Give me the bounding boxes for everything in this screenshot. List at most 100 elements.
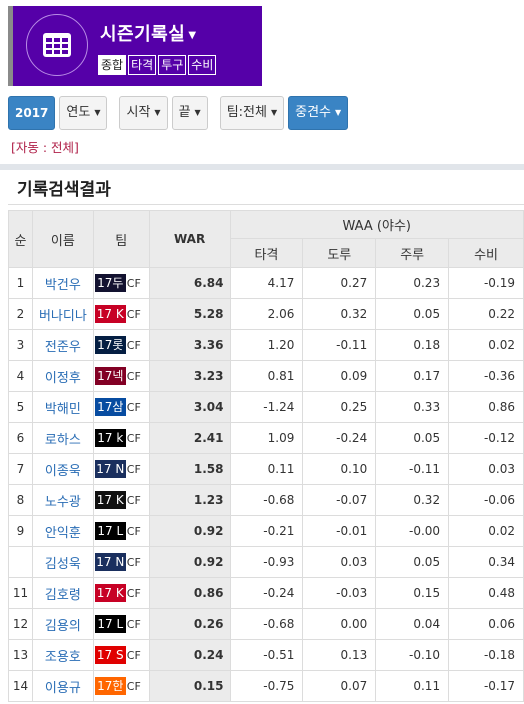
war-cell: 6.84 bbox=[148, 267, 231, 299]
war-cell: 2.41 bbox=[148, 422, 231, 454]
header-fielding[interactable]: 수비 bbox=[448, 238, 524, 268]
fielding-cell: 0.02 bbox=[448, 515, 524, 547]
page-title-menu[interactable]: 시즌기록실 ▼ bbox=[100, 20, 197, 46]
player-name-link[interactable]: 김호령 bbox=[31, 577, 94, 609]
team-cell: 17 K CF bbox=[92, 577, 150, 609]
batting-cell: -0.68 bbox=[229, 484, 304, 516]
table-row: 12 김용의 17 L CF 0.26 -0.68 0.00 0.04 0.06 bbox=[8, 608, 524, 640]
position-label: CF bbox=[126, 431, 141, 445]
position-label: CF bbox=[126, 276, 141, 290]
baserunning-cell: 0.32 bbox=[375, 484, 450, 516]
team-badge: 17넥 bbox=[94, 367, 126, 385]
page-header: 시즌기록실 ▼ 종합 타격 투구 수비 bbox=[8, 6, 262, 86]
team-badge: 17한 bbox=[94, 677, 126, 695]
rank-cell: 3 bbox=[8, 329, 33, 361]
rank-cell: 14 bbox=[8, 670, 33, 702]
fielding-cell: 0.02 bbox=[448, 329, 524, 361]
position-label: CF bbox=[126, 586, 141, 600]
team-badge: 17삼 bbox=[94, 398, 126, 416]
batting-cell: 1.09 bbox=[229, 422, 304, 454]
stats-table: 순 이름 팀 WAR WAA (야수) 타격 도루 주루 수비 1 박건우 17두 C… bbox=[8, 210, 524, 702]
player-name-link[interactable]: 이종욱 bbox=[31, 453, 94, 485]
player-name-link[interactable]: 안익훈 bbox=[31, 515, 94, 547]
steal-cell: 0.32 bbox=[302, 298, 377, 330]
position-label: CF bbox=[126, 400, 141, 414]
position-label: CF bbox=[126, 307, 141, 321]
table-row: 7 이종욱 17 N CF 1.58 0.11 0.10 -0.11 0.03 bbox=[8, 453, 524, 485]
baserunning-cell: 0.11 bbox=[375, 670, 450, 702]
fielding-cell: 0.48 bbox=[448, 577, 524, 609]
tab-summary[interactable]: 종합 bbox=[98, 55, 127, 75]
tab-batting[interactable]: 타격 bbox=[128, 55, 157, 75]
year-dropdown[interactable]: 연도 ▼ bbox=[59, 96, 108, 130]
position-label: CF bbox=[126, 462, 141, 476]
header-rank[interactable]: 순 bbox=[8, 210, 33, 268]
baserunning-cell: -0.11 bbox=[375, 453, 450, 485]
table-row: 5 박해민 17삼 CF 3.04 -1.24 0.25 0.33 0.86 bbox=[8, 391, 524, 423]
header-baserunning[interactable]: 주루 bbox=[375, 238, 450, 268]
table-row: 김성욱 17 N CF 0.92 -0.93 0.03 0.05 0.34 bbox=[8, 546, 524, 578]
batting-cell: 2.06 bbox=[229, 298, 304, 330]
player-name-link[interactable]: 박건우 bbox=[31, 267, 94, 299]
rank-cell: 6 bbox=[8, 422, 33, 454]
team-cell: 17 N CF bbox=[92, 453, 150, 485]
header-name[interactable]: 이름 bbox=[31, 210, 94, 268]
player-name-link[interactable]: 김성욱 bbox=[31, 546, 94, 578]
position-label: CF bbox=[126, 524, 141, 538]
header-war[interactable]: WAR bbox=[148, 210, 231, 268]
header-batting[interactable]: 타격 bbox=[229, 238, 304, 268]
player-name-link[interactable]: 김용의 bbox=[31, 608, 94, 640]
player-name-link[interactable]: 노수광 bbox=[31, 484, 94, 516]
player-name-link[interactable]: 조용호 bbox=[31, 639, 94, 671]
rank-cell: 5 bbox=[8, 391, 33, 423]
player-name-link[interactable]: 전준우 bbox=[31, 329, 94, 361]
player-name-link[interactable]: 이용규 bbox=[31, 670, 94, 702]
baserunning-cell: 0.18 bbox=[375, 329, 450, 361]
position-dropdown[interactable]: 중견수 ▼ bbox=[288, 96, 349, 130]
tab-fielding[interactable]: 수비 bbox=[188, 55, 217, 75]
baserunning-cell: 0.15 bbox=[375, 577, 450, 609]
fielding-cell: -0.06 bbox=[448, 484, 524, 516]
header-team[interactable]: 팀 bbox=[92, 210, 150, 268]
player-name-link[interactable]: 이정후 bbox=[31, 360, 94, 392]
war-cell: 0.24 bbox=[148, 639, 231, 671]
fielding-cell: -0.12 bbox=[448, 422, 524, 454]
fielding-cell: -0.19 bbox=[448, 267, 524, 299]
section-title: 기록검색결과 bbox=[17, 180, 111, 200]
baserunning-cell: 0.33 bbox=[375, 391, 450, 423]
player-name-link[interactable]: 버나디나 bbox=[31, 298, 94, 330]
header-steal[interactable]: 도루 bbox=[302, 238, 377, 268]
steal-cell: 0.00 bbox=[302, 608, 377, 640]
batting-cell: -0.24 bbox=[229, 577, 304, 609]
start-dropdown[interactable]: 시작 ▼ bbox=[119, 96, 168, 130]
position-label: CF bbox=[126, 338, 141, 352]
end-dropdown[interactable]: 끝 ▼ bbox=[171, 96, 208, 130]
batting-cell: 0.81 bbox=[229, 360, 304, 392]
team-cell: 17 S CF bbox=[92, 639, 150, 671]
batting-cell: -0.51 bbox=[229, 639, 304, 671]
position-label: CF bbox=[126, 555, 141, 569]
war-cell: 5.28 bbox=[148, 298, 231, 330]
fielding-cell: 0.03 bbox=[448, 453, 524, 485]
player-name-link[interactable]: 박해민 bbox=[31, 391, 94, 423]
war-cell: 0.26 bbox=[148, 608, 231, 640]
team-dropdown[interactable]: 팀:전체 ▼ bbox=[219, 96, 285, 130]
team-cell: 17 k CF bbox=[92, 422, 150, 454]
caret-down-icon: ▼ bbox=[154, 108, 161, 117]
caret-down-icon: ▼ bbox=[270, 108, 278, 117]
position-label: CF bbox=[126, 369, 141, 383]
team-badge: 17 N bbox=[94, 553, 126, 571]
fielding-cell: -0.17 bbox=[448, 670, 524, 702]
player-name-link[interactable]: 로하스 bbox=[31, 422, 94, 454]
table-row: 11 김호령 17 K CF 0.86 -0.24 -0.03 0.15 0.48 bbox=[8, 577, 524, 609]
steal-cell: 0.13 bbox=[302, 639, 377, 671]
war-cell: 0.15 bbox=[148, 670, 231, 702]
auto-filter-note: [자동 : 전체] bbox=[11, 140, 79, 155]
year-badge: 2017 bbox=[8, 96, 56, 130]
tab-pitching[interactable]: 투구 bbox=[158, 55, 187, 75]
baserunning-cell: 0.17 bbox=[375, 360, 450, 392]
team-badge: 17 S bbox=[94, 646, 126, 664]
position-label: CF bbox=[126, 493, 141, 507]
caret-down-icon: ▼ bbox=[194, 108, 201, 117]
rank-cell: 12 bbox=[8, 608, 33, 640]
